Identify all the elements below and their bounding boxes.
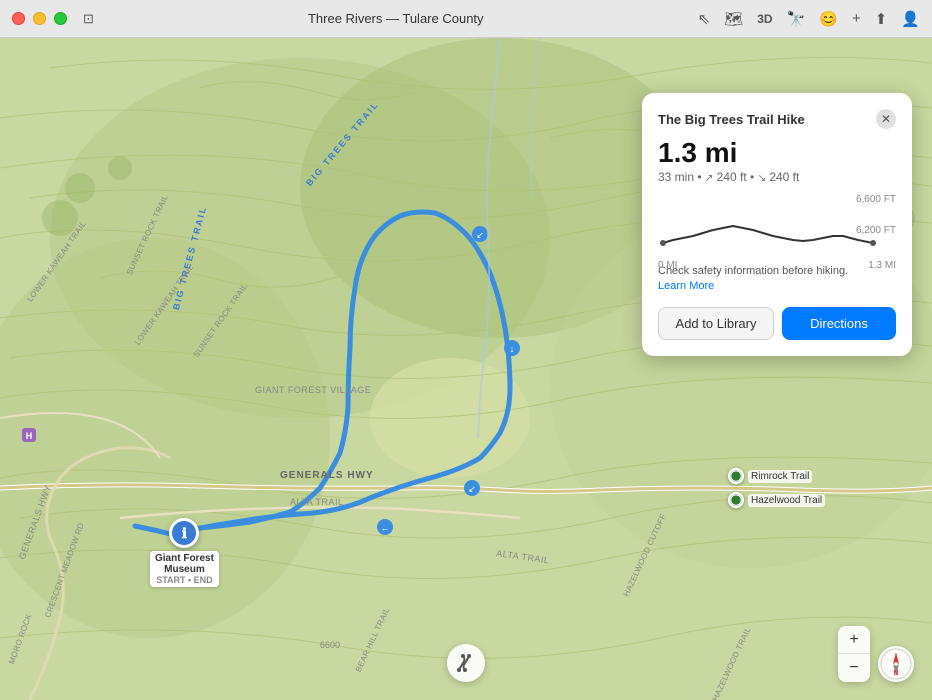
profile-icon[interactable]: 👤 xyxy=(901,10,920,28)
marker-circle: ℹ xyxy=(169,518,199,548)
hazelwood-trail-marker[interactable]: Hazelwood Trail xyxy=(728,492,825,508)
navigation-icon[interactable]: ⇖ xyxy=(698,10,711,28)
svg-text:6600: 6600 xyxy=(320,640,340,650)
panel-header: The Big Trees Trail Hike ✕ xyxy=(658,109,896,129)
zoom-controls: + − xyxy=(838,626,870,682)
ascent-icon: ↗ xyxy=(705,173,713,184)
titlebar: ⊡ Three Rivers — Tulare County ⇖ 🗺 3D 🔭 … xyxy=(0,0,932,38)
elev-high-label: 6,600 FT xyxy=(856,194,896,205)
binoculars-icon[interactable]: 🔭 xyxy=(787,10,806,28)
svg-text:N: N xyxy=(893,670,898,677)
maximize-button[interactable] xyxy=(54,12,67,25)
miles-start: 0 MI xyxy=(658,260,677,271)
info-panel: The Big Trees Trail Hike ✕ 1.3 mi 33 min… xyxy=(642,93,912,356)
descent-label: 240 ft xyxy=(769,170,799,184)
hazelwood-icon xyxy=(728,492,744,508)
add-icon[interactable]: + xyxy=(852,10,861,27)
elevation-miles: 0 MI 1.3 MI xyxy=(658,260,896,271)
time-label: 33 min xyxy=(658,170,694,184)
rimrock-icon xyxy=(728,468,744,484)
ascent-label: 240 ft xyxy=(717,170,747,184)
giant-forest-museum-marker[interactable]: ℹ Giant Forest Museum START • END xyxy=(150,518,219,587)
elevation-svg xyxy=(658,208,888,253)
zoom-out-button[interactable]: − xyxy=(838,654,870,682)
map[interactable]: ↙ ↓ ↙ ← GENERALS HWY ALTA TRAIL xyxy=(0,38,932,700)
hazelwood-trail-label: Hazelwood Trail xyxy=(748,494,825,507)
separator2: • xyxy=(750,170,758,184)
svg-text:←: ← xyxy=(381,523,390,533)
3d-icon[interactable]: 3D xyxy=(757,12,772,26)
miles-end: 1.3 MI xyxy=(868,260,896,271)
svg-text:H: H xyxy=(26,431,33,441)
map-icon[interactable]: 🗺 xyxy=(724,10,743,28)
route-icon-button[interactable] xyxy=(447,644,485,682)
directions-button[interactable]: Directions xyxy=(782,307,896,340)
distance-main: 1.3 mi xyxy=(658,139,896,167)
descent-icon: ↘ xyxy=(758,173,766,184)
toolbar: ⇖ 🗺 3D 🔭 😊 + ⬆ 👤 xyxy=(698,10,920,28)
compass-button[interactable]: N xyxy=(878,646,914,682)
marker-label: Giant Forest Museum START • END xyxy=(150,551,219,587)
rimrock-trail-label: Rimrock Trail xyxy=(748,470,812,483)
zoom-in-button[interactable]: + xyxy=(838,626,870,654)
panel-close-button[interactable]: ✕ xyxy=(876,109,896,129)
svg-text:↙: ↙ xyxy=(468,484,476,494)
close-button[interactable] xyxy=(12,12,25,25)
separator: • xyxy=(697,170,705,184)
svg-text:↓: ↓ xyxy=(510,344,515,354)
add-to-library-button[interactable]: Add to Library xyxy=(658,307,774,340)
svg-text:GIANT FOREST VILLAGE: GIANT FOREST VILLAGE xyxy=(255,385,371,395)
window-icon: ⊡ xyxy=(83,11,94,27)
elev-low-label: 6,200 FT xyxy=(856,225,896,236)
panel-title: The Big Trees Trail Hike xyxy=(658,112,805,127)
distance-details: 33 min • ↗ 240 ft • ↘ 240 ft xyxy=(658,170,896,184)
rimrock-trail-marker[interactable]: Rimrock Trail xyxy=(728,468,812,484)
panel-buttons: Add to Library Directions xyxy=(658,307,896,340)
learn-more-link[interactable]: Learn More xyxy=(658,280,714,292)
svg-text:GENERALS HWY: GENERALS HWY xyxy=(280,470,374,481)
svg-text:ALTA TRAIL: ALTA TRAIL xyxy=(290,497,344,507)
share-icon[interactable]: ⬆ xyxy=(875,10,888,28)
minimize-button[interactable] xyxy=(33,12,46,25)
elevation-chart: 6,600 FT 6,200 FT 0 MI 1.3 MI xyxy=(658,194,896,254)
svg-text:↙: ↙ xyxy=(476,230,484,240)
window-title: Three Rivers — Tulare County xyxy=(94,11,698,26)
account-icon[interactable]: 😊 xyxy=(819,10,838,28)
traffic-lights xyxy=(12,12,67,25)
